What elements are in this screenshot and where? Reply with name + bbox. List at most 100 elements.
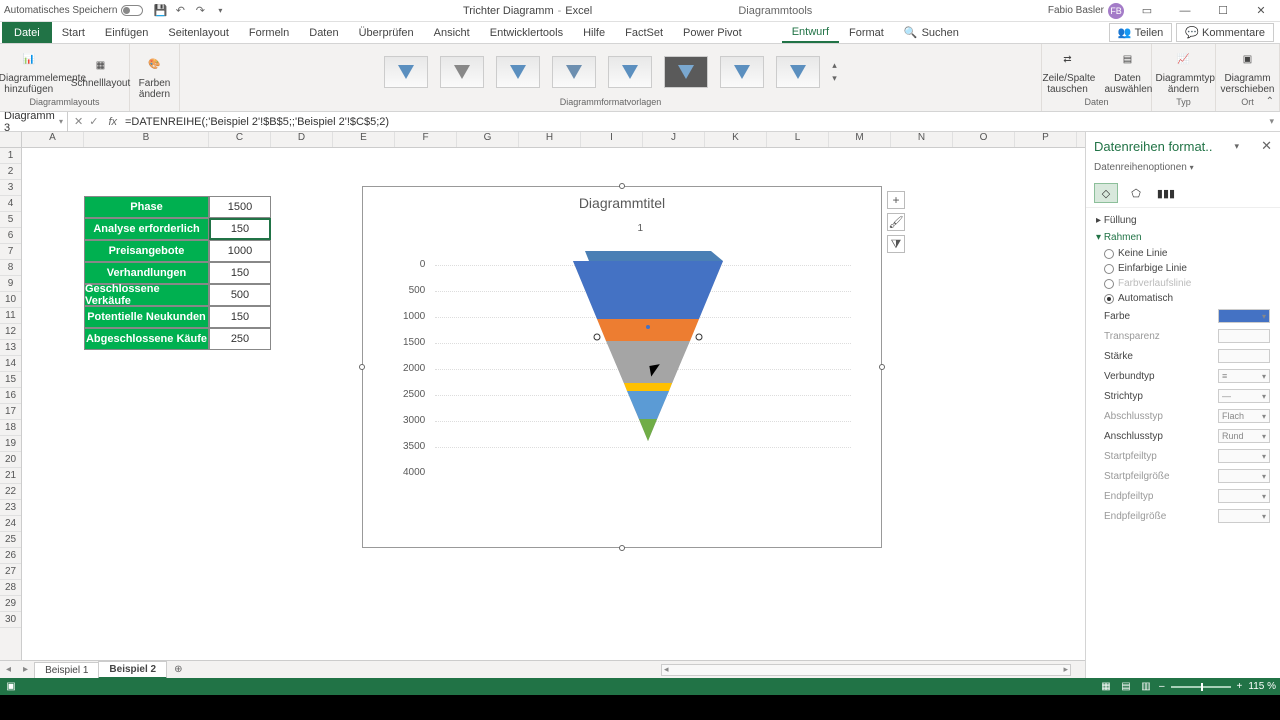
tab-help[interactable]: Hilfe	[573, 22, 615, 43]
move-chart-button[interactable]: ▣ Diagramm verschieben	[1216, 47, 1280, 97]
autosave-toggle[interactable]	[121, 5, 143, 16]
compound-combo[interactable]: ≡	[1218, 369, 1270, 383]
chart-filters-button[interactable]: ⧩	[887, 235, 905, 253]
sheet-nav-prev[interactable]: ◂	[0, 664, 17, 675]
join-type-row[interactable]: AnschlusstypRund	[1096, 426, 1270, 446]
table-row[interactable]: Analyse erforderlich	[84, 218, 209, 240]
tab-review[interactable]: Überprüfen	[349, 22, 424, 43]
tab-data[interactable]: Daten	[299, 22, 348, 43]
series-options-tab[interactable]: ▮▮▮	[1154, 183, 1178, 203]
table-row[interactable]: Abgeschlossene Käufe	[84, 328, 209, 350]
dash-combo[interactable]: —	[1218, 389, 1270, 403]
name-box[interactable]: Diagramm 3▾	[0, 110, 68, 134]
pane-options-icon[interactable]: ▾	[1235, 141, 1240, 152]
zoom-in-button[interactable]: +	[1237, 681, 1243, 692]
formula-input[interactable]	[121, 116, 1263, 128]
resize-handle[interactable]	[619, 183, 625, 189]
zoom-out-button[interactable]: –	[1159, 681, 1165, 692]
width-input[interactable]	[1218, 349, 1270, 363]
collapse-ribbon-icon[interactable]: ⌃	[1266, 96, 1274, 107]
select-all-corner[interactable]	[0, 132, 22, 147]
chart-style-3[interactable]	[496, 56, 540, 88]
chart-style-1[interactable]	[384, 56, 428, 88]
tab-format[interactable]: Format	[839, 22, 894, 43]
view-pagelayout-icon[interactable]: ▤	[1119, 680, 1133, 694]
sheet-nav-next[interactable]: ▸	[17, 664, 34, 675]
funnel-chart[interactable]	[573, 241, 723, 441]
close-icon[interactable]: ✕	[1246, 2, 1276, 20]
dash-type-row[interactable]: Strichtyp—	[1096, 386, 1270, 406]
redo-icon[interactable]: ↷	[193, 4, 207, 18]
chart-styles-button[interactable]: 🖌	[887, 213, 905, 231]
tab-formulas[interactable]: Formeln	[239, 22, 299, 43]
change-chart-type-button[interactable]: 📈 Diagrammtyp ändern	[1152, 47, 1216, 97]
ribbon-display-icon[interactable]: ▭	[1132, 2, 1162, 20]
sheet-tab-1[interactable]: Beispiel 1	[34, 662, 99, 678]
fx-icon[interactable]: fx	[104, 116, 121, 128]
chart-style-5[interactable]	[608, 56, 652, 88]
tab-view[interactable]: Ansicht	[424, 22, 480, 43]
add-sheet-button[interactable]: ⊕	[166, 664, 190, 675]
comments-button[interactable]: 💬Kommentare	[1176, 23, 1274, 42]
column-headers[interactable]: A B C D E F G H I J K L M N O P	[0, 132, 1085, 148]
border-auto-radio[interactable]: Automatisch	[1096, 291, 1270, 306]
qat-customize-icon[interactable]: ▾	[213, 4, 227, 18]
tab-insert[interactable]: Einfügen	[95, 22, 158, 43]
border-section-header[interactable]: ▾ Rahmen	[1096, 229, 1270, 246]
table-row[interactable]: Preisangebote	[84, 240, 209, 262]
tab-design[interactable]: Entwurf	[782, 22, 839, 43]
tab-pagelayout[interactable]: Seitenlayout	[158, 22, 239, 43]
worksheet-cells[interactable]: Phase1500 Analyse erforderlich150 Preisa…	[22, 148, 1085, 660]
select-data-button[interactable]: ▤ Daten auswählen	[1101, 47, 1155, 97]
color-picker[interactable]	[1218, 309, 1270, 323]
fill-line-tab[interactable]: ◇	[1094, 183, 1118, 203]
chart-style-2[interactable]	[440, 56, 484, 88]
border-width-row[interactable]: Stärke	[1096, 346, 1270, 366]
horizontal-scrollbar[interactable]	[661, 664, 1071, 676]
border-solid-radio[interactable]: Einfarbige Linie	[1096, 261, 1270, 276]
fill-section-header[interactable]: ▸ Füllung	[1096, 212, 1270, 229]
pane-subtitle[interactable]: Datenreihenoptionen ▾	[1086, 160, 1280, 179]
chart-object[interactable]: Diagrammtitel 1 05001000 150020002500 30…	[362, 186, 882, 548]
sheet-tab-2[interactable]: Beispiel 2	[98, 661, 167, 679]
share-button[interactable]: 👥Teilen	[1109, 23, 1172, 42]
cancel-formula-icon[interactable]: ✕	[74, 115, 83, 128]
resize-handle[interactable]	[619, 545, 625, 551]
maximize-icon[interactable]: ☐	[1208, 2, 1238, 20]
border-color-row[interactable]: Farbe	[1096, 306, 1270, 326]
table-row[interactable]: Verhandlungen	[84, 262, 209, 284]
search-button[interactable]: 🔍 Suchen	[894, 22, 969, 43]
tab-developer[interactable]: Entwicklertools	[480, 22, 573, 43]
border-gradient-radio[interactable]: Farbverlaufslinie	[1096, 276, 1270, 291]
enter-formula-icon[interactable]: ✓	[89, 115, 98, 128]
chart-style-4[interactable]	[552, 56, 596, 88]
tab-powerpivot[interactable]: Power Pivot	[673, 22, 752, 43]
chart-legend[interactable]: 1	[638, 223, 644, 234]
pane-close-button[interactable]: ✕	[1261, 138, 1272, 154]
chart-style-6[interactable]	[664, 56, 708, 88]
minimize-icon[interactable]: —	[1170, 2, 1200, 20]
change-colors-button[interactable]: 🎨 Farben ändern	[135, 52, 175, 102]
macro-record-icon[interactable]: ▣	[4, 680, 18, 694]
tab-factset[interactable]: FactSet	[615, 22, 673, 43]
zoom-slider[interactable]	[1171, 686, 1231, 688]
styles-more-icon[interactable]: ▴▾	[832, 60, 837, 84]
save-icon[interactable]: 💾	[153, 4, 167, 18]
undo-icon[interactable]: ↶	[173, 4, 187, 18]
chart-elements-button[interactable]: +	[887, 191, 905, 209]
tab-start[interactable]: Start	[52, 22, 95, 43]
zoom-level[interactable]: 115 %	[1248, 681, 1276, 692]
view-normal-icon[interactable]: ▦	[1099, 680, 1113, 694]
expand-formula-icon[interactable]: ▾	[1263, 116, 1280, 127]
chart-style-8[interactable]	[776, 56, 820, 88]
table-header-phase[interactable]: Phase	[84, 196, 209, 218]
account-button[interactable]: Fabio Basler FB	[1048, 3, 1124, 19]
add-chart-element-button[interactable]: 📊 Diagrammelemente hinzufügen	[0, 47, 63, 97]
view-pagebreak-icon[interactable]: ▥	[1139, 680, 1153, 694]
join-combo[interactable]: Rund	[1218, 429, 1270, 443]
table-row[interactable]: Geschlossene Verkäufe	[84, 284, 209, 306]
tab-file[interactable]: Datei	[2, 22, 52, 43]
chart-title[interactable]: Diagrammtitel	[363, 187, 881, 219]
compound-type-row[interactable]: Verbundtyp≡	[1096, 366, 1270, 386]
quick-layout-button[interactable]: ▦ Schnelllayout	[67, 52, 134, 91]
